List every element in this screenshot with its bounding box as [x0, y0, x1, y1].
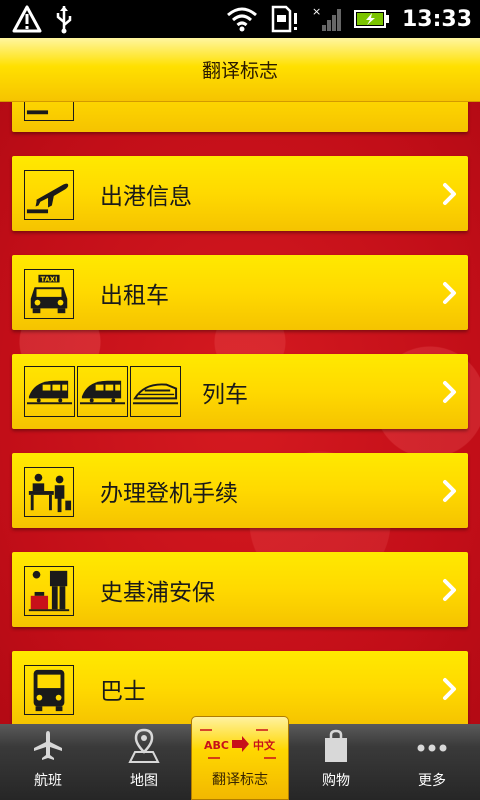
status-left	[12, 4, 74, 34]
list-item-security[interactable]: 史基浦安保	[12, 552, 468, 627]
tab-translate-signs[interactable]: ABC 中文 翻译标志	[191, 716, 289, 800]
map-pin-icon	[128, 728, 160, 763]
svg-text:TAXI: TAXI	[41, 276, 58, 284]
page-title: 翻译标志	[201, 60, 278, 82]
train-icon	[24, 366, 75, 417]
tab-shopping[interactable]: 购物	[288, 724, 384, 800]
item-label: 出港信息	[100, 183, 192, 210]
bottom-nav: 航班 地图 购物 更多 ABC 中文 翻译标志	[0, 716, 480, 800]
train-icons	[24, 366, 181, 417]
item-label: 史基浦安保	[100, 579, 215, 606]
status-bar: × 13:33	[0, 0, 480, 38]
list-item-check-in[interactable]: 办理登机手续	[12, 453, 468, 528]
check-in-counter-icon	[24, 467, 74, 517]
tab-label: 购物	[322, 773, 350, 789]
item-label: 办理登机手续	[100, 480, 238, 507]
item-label: 巴士	[100, 678, 146, 705]
security-icon	[24, 566, 74, 616]
signal-icon: ×	[312, 5, 341, 31]
departure-plane-icon	[24, 102, 74, 121]
chevron-right-icon	[443, 480, 456, 502]
item-label: 出租车	[100, 282, 169, 309]
tab-label: 翻译标志	[212, 772, 268, 788]
tab-flights[interactable]: 航班	[0, 724, 96, 800]
translate-signs-icon: ABC 中文	[199, 729, 281, 759]
plane-icon	[34, 731, 62, 760]
list-item-bus[interactable]: 巴士	[12, 651, 468, 724]
departure-plane-icon	[24, 170, 74, 220]
tab-map[interactable]: 地图	[96, 724, 192, 800]
icon-text-chinese: 中文	[253, 738, 276, 752]
list-item-taxi[interactable]: TAXI 出租车	[12, 255, 468, 330]
taxi-icon: TAXI	[24, 269, 74, 319]
clock: 13:33	[401, 6, 472, 32]
tab-more[interactable]: 更多	[384, 724, 480, 800]
app-header: 翻译标志	[0, 38, 480, 102]
usb-icon	[56, 6, 72, 34]
tab-label: 地图	[130, 773, 158, 789]
chevron-right-icon	[443, 678, 456, 700]
chevron-right-icon	[443, 183, 456, 205]
item-label: 列车	[202, 381, 248, 408]
tab-label: 更多	[418, 773, 446, 789]
svg-text:×: ×	[312, 5, 321, 18]
sd-card-alert-icon	[271, 5, 297, 33]
list-item-train[interactable]: 列车	[12, 354, 468, 429]
warning-icon	[12, 5, 42, 33]
list-item-partial[interactable]	[12, 102, 468, 132]
more-dots-icon	[417, 744, 447, 752]
bus-icon	[24, 665, 74, 715]
list-item-departures[interactable]: 出港信息	[12, 156, 468, 231]
chevron-right-icon	[443, 381, 456, 403]
battery-charging-icon	[353, 10, 389, 28]
signs-list[interactable]: 出港信息 TAXI 出租车 列车 办理登机手续 史基浦安保 巴士	[0, 102, 480, 724]
icon-text-abc: ABC	[204, 739, 229, 752]
high-speed-train-icon	[130, 366, 181, 417]
wifi-icon	[226, 7, 257, 32]
status-right: × 13:33	[226, 5, 472, 33]
chevron-right-icon	[443, 282, 456, 304]
train-icon	[77, 366, 128, 417]
shopping-bag-icon	[325, 729, 347, 762]
chevron-right-icon	[443, 579, 456, 601]
tab-label: 航班	[34, 773, 62, 789]
